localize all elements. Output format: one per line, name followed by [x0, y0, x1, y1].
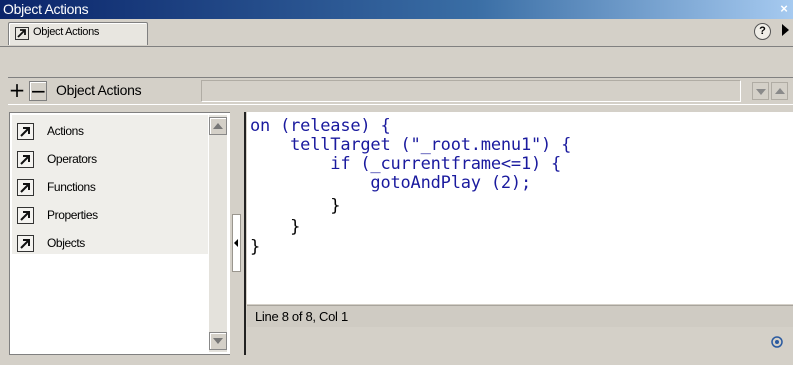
code-text: on (release) { [250, 116, 391, 136]
book-arrow-icon [17, 207, 34, 224]
book-arrow-icon [17, 151, 34, 168]
toolbox-scrollbar[interactable] [209, 115, 227, 352]
toolbox-item-label: Operators [47, 152, 97, 166]
close-icon[interactable]: × [777, 2, 791, 16]
book-arrow-icon [17, 179, 34, 196]
panel-menu-arrow-icon[interactable] [782, 24, 789, 36]
code-line: if (_currentframe<=1) { [250, 155, 561, 173]
toolbox-item-label: Properties [47, 208, 98, 222]
toolbox-item-operators[interactable]: Operators [17, 149, 197, 171]
toolbox-list: Actions Operators Functions Properties O… [12, 115, 208, 254]
status-bar: Line 8 of 8, Col 1 [247, 305, 793, 327]
line-column-status: Line 8 of 8, Col 1 [255, 309, 348, 324]
code-line: on (release) { [250, 117, 391, 135]
add-action-button[interactable]: + [8, 80, 26, 101]
code-text: } [250, 237, 261, 257]
toolbox-item-objects[interactable]: Objects [17, 233, 197, 255]
window-title-bar[interactable]: Object Actions × [0, 0, 793, 19]
toolbar-title: Object Actions [56, 82, 142, 98]
scroll-down-arrow-icon[interactable] [209, 332, 227, 350]
panel-splitter[interactable] [230, 112, 246, 355]
toolbox-item-label: Objects [47, 236, 85, 250]
help-icon[interactable]: ? [754, 23, 771, 40]
panel-tab-strip: Object Actions ? [0, 19, 793, 47]
target-path-icon[interactable] [771, 335, 783, 348]
tab-object-actions[interactable]: Object Actions [8, 22, 148, 45]
remove-action-button[interactable]: − [29, 81, 47, 101]
book-arrow-icon [17, 123, 34, 140]
toolbox-item-properties[interactable]: Properties [17, 205, 197, 227]
code-text: } [250, 217, 301, 237]
move-up-button[interactable] [771, 82, 788, 100]
collapse-toolbox-handle[interactable] [232, 214, 241, 272]
code-line: tellTarget ("_root.menu1") { [250, 136, 571, 154]
code-line: } [250, 197, 340, 215]
toolbox-item-actions[interactable]: Actions [17, 121, 197, 143]
toolbox-item-label: Actions [47, 124, 84, 138]
code-line: gotoAndPlay (2); [250, 174, 531, 192]
code-text: tellTarget ("_root.menu1") { [250, 135, 572, 155]
toolbox-item-functions[interactable]: Functions [17, 177, 197, 199]
code-text: gotoAndPlay (2); [250, 173, 531, 193]
splitter-divider [244, 112, 246, 355]
script-editor[interactable]: on (release) { tellTarget ("_root.menu1"… [247, 112, 793, 304]
code-line: } [250, 218, 300, 236]
parameters-field [201, 80, 741, 102]
window-title: Object Actions [3, 1, 89, 17]
actions-toolbox: Actions Operators Functions Properties O… [9, 112, 230, 355]
toolbox-item-label: Functions [47, 180, 96, 194]
code-text: } [250, 196, 341, 216]
actions-arrow-icon [15, 27, 29, 40]
move-down-button[interactable] [752, 82, 769, 100]
bottom-bar [247, 327, 793, 355]
code-text: if (_currentframe<=1) { [250, 154, 562, 174]
actions-toolbar: + − Object Actions [8, 77, 793, 105]
code-line: } [250, 238, 260, 256]
book-arrow-icon [17, 235, 34, 252]
scroll-up-arrow-icon[interactable] [209, 117, 227, 135]
window-frame-bottom [0, 355, 793, 365]
tab-label: Object Actions [33, 26, 100, 38]
